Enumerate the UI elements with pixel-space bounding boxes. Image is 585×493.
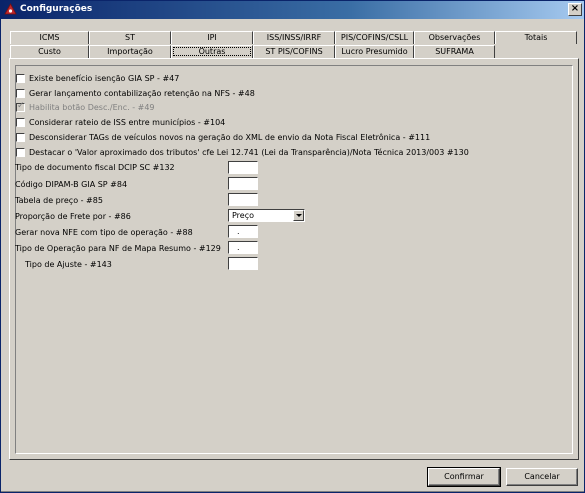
checkbox-label: Habilita botão Desc./Enc. - #49	[29, 103, 155, 112]
tab-label: IPI	[207, 33, 217, 42]
tab-label: ST PIS/COFINS	[265, 47, 323, 56]
select-proporcao-frete[interactable]: Preço	[228, 209, 305, 222]
tab-label: Outras	[198, 47, 226, 56]
label-tipo-documento-dcip: Tipo de documento fiscal DCIP SC #132	[15, 163, 175, 172]
checkbox-box[interactable]	[16, 89, 25, 98]
label-tipo-ajuste: Tipo de Ajuste - #143	[25, 260, 112, 269]
tab-label: ICMS	[39, 33, 60, 42]
tab-observacoes[interactable]: Observações	[414, 31, 495, 44]
tab-label: Lucro Presumido	[341, 47, 408, 56]
checkbox-box[interactable]	[16, 74, 25, 83]
title-bar[interactable]: Configurações ×	[1, 1, 584, 19]
tab-custo[interactable]: Custo	[10, 45, 89, 58]
tab-icms[interactable]: ICMS	[10, 31, 89, 44]
tab-ipi[interactable]: IPI	[171, 31, 253, 44]
label-tabela-preco: Tabela de preço - #85	[15, 196, 103, 205]
tab-label: Custo	[38, 47, 61, 56]
tab-totais[interactable]: Totais	[495, 31, 577, 44]
input-nova-nfe-tipo-operacao[interactable]: .	[228, 225, 258, 238]
checkbox-box[interactable]	[16, 133, 25, 142]
checkbox-box[interactable]	[16, 118, 25, 127]
input-tabela-preco[interactable]	[228, 193, 258, 206]
close-icon: ×	[570, 3, 580, 14]
tab-suframa[interactable]: SUFRAMA	[414, 45, 495, 58]
label-nova-nfe-tipo-operacao: Gerar nova NFE com tipo de operação - #8…	[15, 228, 193, 237]
window-bottom-border	[1, 491, 584, 492]
tab-st[interactable]: ST	[89, 31, 171, 44]
tab-label: SUFRAMA	[435, 47, 474, 56]
select-value: Preço	[232, 211, 255, 220]
checkbox-box: ✓	[16, 101, 25, 112]
tab-lucro-presumido[interactable]: Lucro Presumido	[335, 45, 414, 58]
label-proporcao-frete: Proporção de Frete por - #86	[15, 212, 131, 221]
label-tipo-operacao-mapa-resumo: Tipo de Operação para NF de Mapa Resumo …	[15, 244, 221, 253]
tab-pis-cofins-csll[interactable]: PIS/COFINS/CSLL	[335, 31, 414, 44]
checkbox-label: Considerar rateio de ISS entre município…	[29, 118, 226, 127]
window-title: Configurações	[20, 4, 93, 14]
input-tipo-documento-dcip[interactable]	[228, 161, 258, 174]
input-tipo-operacao-mapa-resumo[interactable]: .	[228, 241, 258, 254]
checkbox-label: Gerar lançamento contabilização retenção…	[29, 89, 255, 98]
close-button[interactable]: ×	[568, 3, 582, 16]
tab-iss-inss-irrf[interactable]: ISS/INSS/IRRF	[253, 31, 335, 44]
tab-label: PIS/COFINS/CSLL	[340, 33, 409, 42]
checkbox-label: Desconsiderar TAGs de veículos novos na …	[29, 133, 431, 142]
confirm-button[interactable]: Confirmar	[427, 467, 501, 487]
input-codigo-dipam[interactable]	[228, 177, 258, 190]
tab-outras[interactable]: Outras	[171, 45, 253, 58]
chevron-down-icon[interactable]	[293, 210, 304, 221]
checkbox-label: Destacar o 'Valor aproximado dos tributo…	[29, 148, 469, 157]
tab-label: ST	[125, 33, 135, 42]
tab-label: ISS/INSS/IRRF	[266, 33, 322, 42]
check-icon: ✓	[17, 101, 25, 111]
input-tipo-ajuste[interactable]	[228, 257, 258, 270]
tab-label: Totais	[524, 33, 548, 42]
cancel-button[interactable]: Cancelar	[506, 468, 578, 486]
configuracoes-window: Configurações × ICMS ST IPI ISS/INSS/IRR…	[0, 0, 585, 493]
tab-label: Observações	[428, 33, 481, 42]
tab-st-pis-cofins[interactable]: ST PIS/COFINS	[253, 45, 335, 58]
tab-importacao[interactable]: Importação	[89, 45, 171, 58]
checkbox-box[interactable]	[16, 148, 25, 157]
app-icon	[4, 3, 17, 15]
checkbox-label: Existe benefício isenção GIA SP - #47	[29, 74, 180, 83]
label-codigo-dipam: Código DIPAM-B GIA SP #84	[15, 180, 128, 189]
tab-label: Importação	[107, 47, 153, 56]
